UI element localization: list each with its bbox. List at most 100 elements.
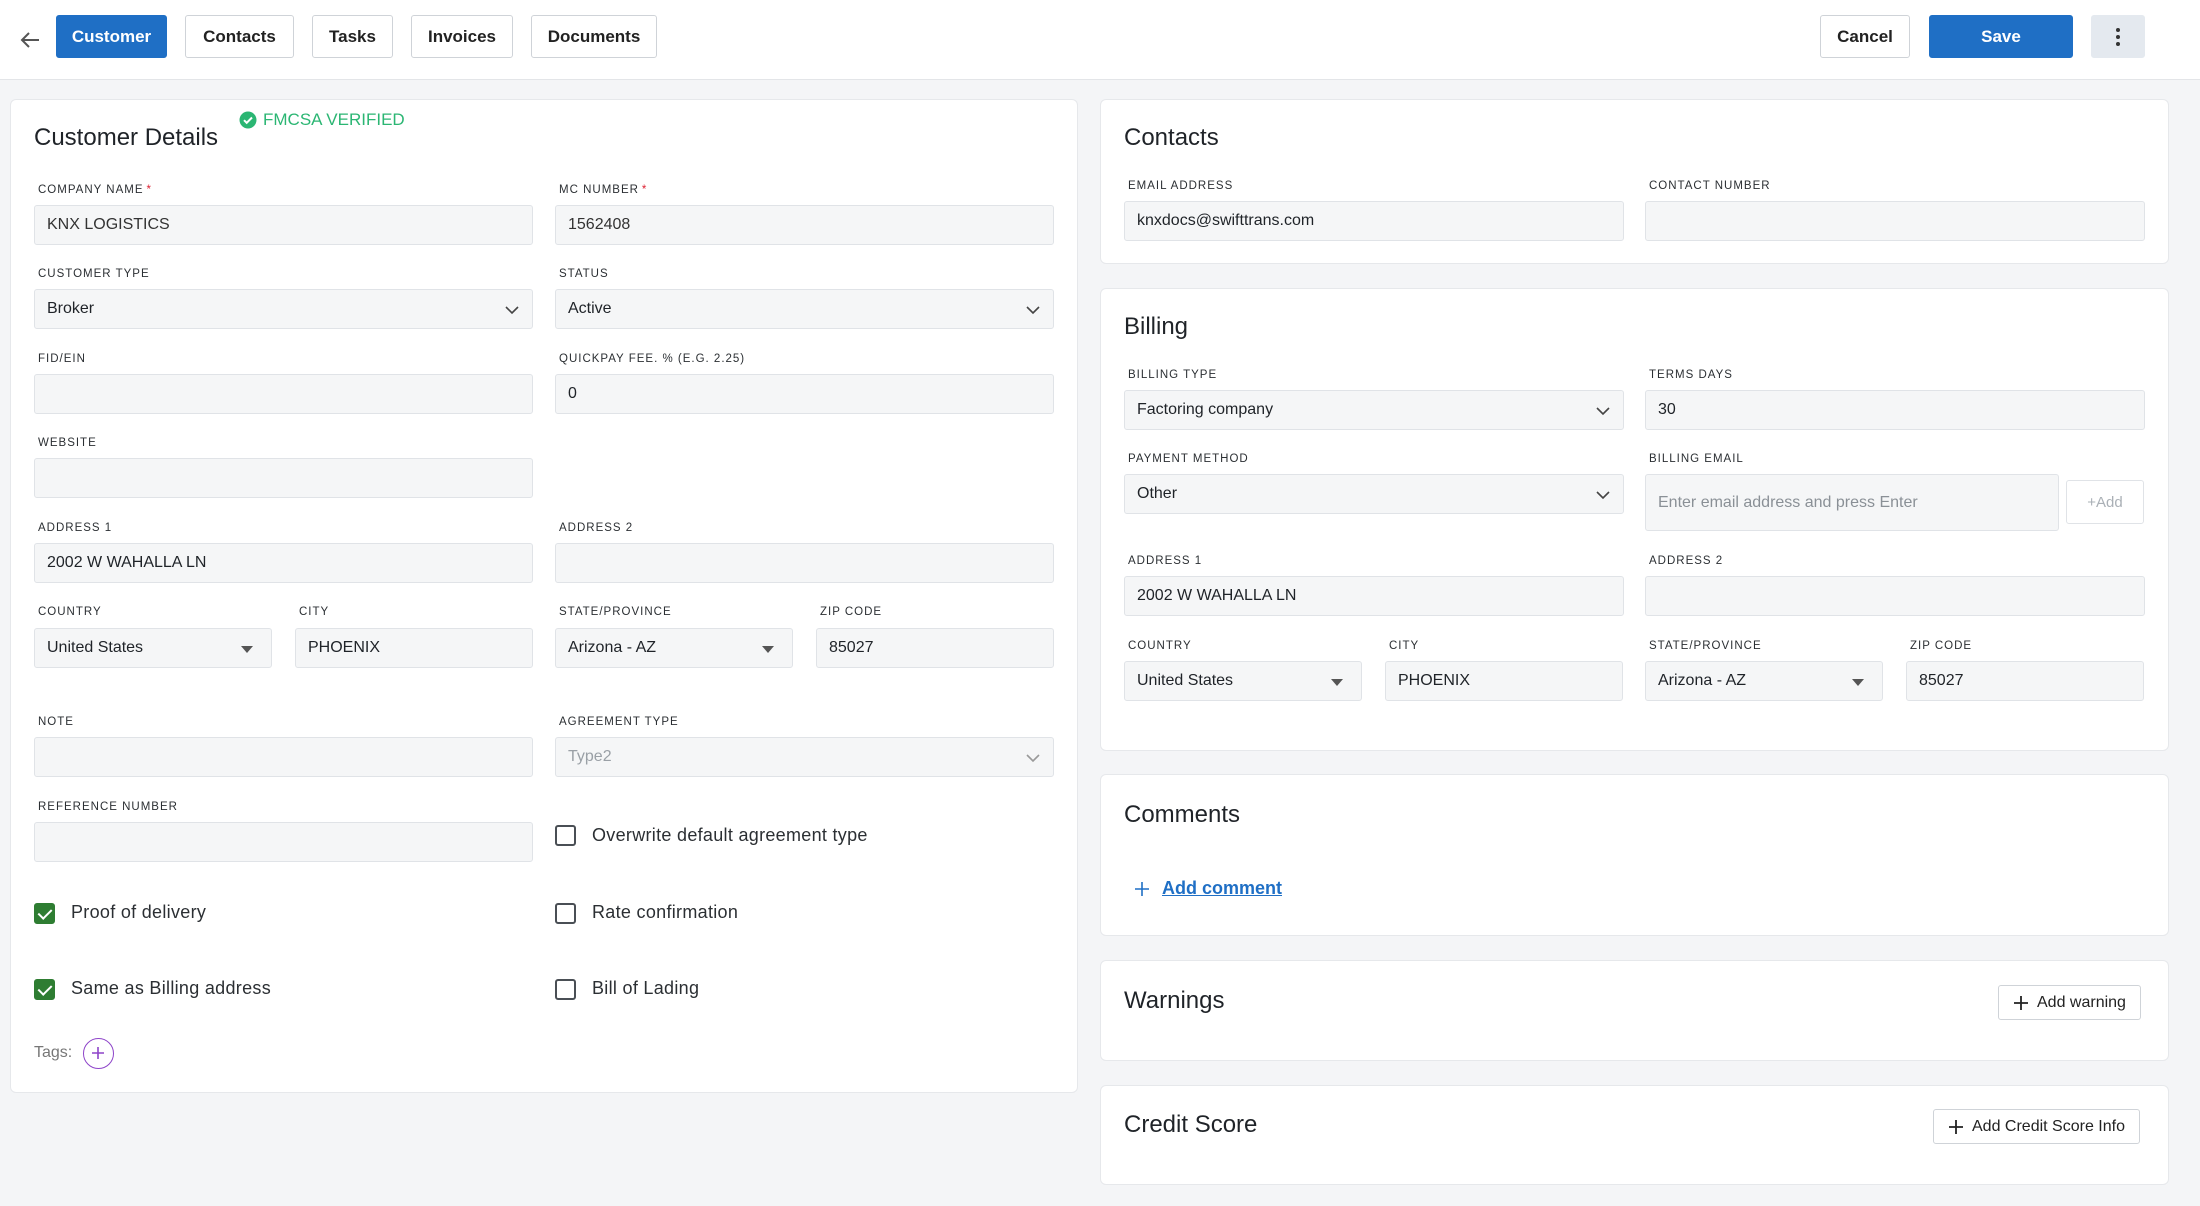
agreement-type-select[interactable]: Type2 xyxy=(555,737,1054,777)
tags-label: Tags: xyxy=(34,1044,73,1061)
quickpay-fee-field[interactable]: 0 xyxy=(555,374,1054,414)
tab-documents[interactable]: Documents xyxy=(531,15,657,58)
quickpay-fee-label: QUICKPAY FEE. % (E.G. 2.25) xyxy=(559,353,746,365)
same-as-billing-label: Same as Billing address xyxy=(71,978,271,998)
billing-email-placeholder: Enter email address and press Enter xyxy=(1658,493,1918,511)
billing-state-value: Arizona - AZ xyxy=(1658,672,1747,689)
chevron-down-icon xyxy=(1596,407,1610,416)
plus-icon xyxy=(1135,881,1149,896)
add-billing-email-button[interactable]: +Add xyxy=(2066,480,2144,524)
payment-method-value: Other xyxy=(1137,485,1178,502)
fid-ein-label: FID/EIN xyxy=(38,353,86,365)
rate-confirmation-checkbox[interactable] xyxy=(555,903,576,924)
state-value: Arizona - AZ xyxy=(568,639,657,656)
customer-type-value: Broker xyxy=(47,300,95,317)
caret-down-icon xyxy=(762,646,774,653)
rate-confirmation-label: Rate confirmation xyxy=(592,902,739,922)
state-label: STATE/PROVINCE xyxy=(559,606,672,618)
country-select[interactable]: United States xyxy=(34,628,272,668)
company-name-label: COMPANY NAME * xyxy=(38,184,152,196)
billing-type-value: Factoring company xyxy=(1137,401,1274,418)
bill-of-lading-label: Bill of Lading xyxy=(592,978,700,998)
billing-state-select[interactable]: Arizona - AZ xyxy=(1645,661,1883,701)
status-select[interactable]: Active xyxy=(555,289,1054,329)
proof-of-delivery-checkbox[interactable] xyxy=(34,903,55,924)
plus-icon xyxy=(1949,1119,1963,1134)
zip-code-label: ZIP CODE xyxy=(820,606,883,618)
contacts-title: Contacts xyxy=(1124,124,1219,151)
address2-field[interactable] xyxy=(555,543,1054,583)
contact-number-field[interactable] xyxy=(1645,201,2145,241)
fid-ein-field[interactable] xyxy=(34,374,533,414)
billing-address1-label: ADDRESS 1 xyxy=(1128,555,1203,567)
warnings-title: Warnings xyxy=(1124,987,1225,1014)
save-button[interactable]: Save xyxy=(1929,15,2073,58)
verified-label: FMCSA VERIFIED xyxy=(263,110,405,129)
customer-details-card xyxy=(10,99,1078,1093)
agreement-type-value: Type2 xyxy=(568,748,612,765)
chevron-down-icon xyxy=(505,306,519,315)
tab-tasks[interactable]: Tasks xyxy=(312,15,393,58)
tab-invoices[interactable]: Invoices xyxy=(411,15,513,58)
billing-state-label: STATE/PROVINCE xyxy=(1649,640,1762,652)
overwrite-agreement-checkbox[interactable] xyxy=(555,825,576,846)
terms-days-field[interactable]: 30 xyxy=(1645,390,2145,430)
city-field[interactable]: PHOENIX xyxy=(295,628,533,668)
website-field[interactable] xyxy=(34,458,533,498)
add-warning-button[interactable]: Add warning xyxy=(1998,985,2141,1020)
plus-icon xyxy=(92,1047,104,1059)
check-circle-icon xyxy=(239,111,257,129)
email-address-field[interactable]: knxdocs@swifttrans.com xyxy=(1124,201,1624,241)
same-as-billing-checkbox[interactable] xyxy=(34,979,55,1000)
billing-city-label: CITY xyxy=(1389,640,1420,652)
address1-field[interactable]: 2002 W WAHALLA LN xyxy=(34,543,533,583)
caret-down-icon xyxy=(241,646,253,653)
zip-code-field[interactable]: 85027 xyxy=(816,628,1054,668)
email-address-label: EMAIL ADDRESS xyxy=(1128,180,1234,192)
tab-customer[interactable]: Customer xyxy=(56,15,167,58)
billing-zip-field[interactable]: 85027 xyxy=(1906,661,2144,701)
country-value: United States xyxy=(47,639,144,656)
comments-title: Comments xyxy=(1124,801,1241,828)
note-field[interactable] xyxy=(34,737,533,777)
mc-number-field[interactable]: 1562408 xyxy=(555,205,1054,245)
state-select[interactable]: Arizona - AZ xyxy=(555,628,793,668)
add-credit-score-button[interactable]: Add Credit Score Info xyxy=(1933,1109,2140,1144)
billing-address2-field[interactable] xyxy=(1645,576,2145,616)
mc-number-label: MC NUMBER * xyxy=(559,184,648,196)
contact-number-label: CONTACT NUMBER xyxy=(1649,180,1771,192)
add-comment-label: Add comment xyxy=(1162,878,1283,898)
caret-down-icon xyxy=(1852,679,1864,686)
comments-card xyxy=(1100,774,2169,936)
back-arrow-icon[interactable] xyxy=(14,24,46,56)
billing-title: Billing xyxy=(1124,313,1189,340)
proof-of-delivery-label: Proof of delivery xyxy=(71,902,207,922)
billing-city-field[interactable]: PHOENIX xyxy=(1385,661,1623,701)
city-label: CITY xyxy=(299,606,330,618)
tab-contacts[interactable]: Contacts xyxy=(185,15,294,58)
bill-of-lading-checkbox[interactable] xyxy=(555,979,576,1000)
add-warning-label: Add warning xyxy=(2037,993,2126,1011)
add-tag-button[interactable] xyxy=(83,1038,114,1069)
add-comment-link[interactable]: Add comment xyxy=(1134,878,1282,899)
billing-country-select[interactable]: United States xyxy=(1124,661,1362,701)
billing-address1-field[interactable]: 2002 W WAHALLA LN xyxy=(1124,576,1624,616)
payment-method-select[interactable]: Other xyxy=(1124,474,1624,514)
cancel-button[interactable]: Cancel xyxy=(1820,15,1910,58)
customer-type-select[interactable]: Broker xyxy=(34,289,533,329)
billing-type-select[interactable]: Factoring company xyxy=(1124,390,1624,430)
billing-email-field[interactable]: Enter email address and press Enter xyxy=(1645,474,2059,531)
company-name-field[interactable]: KNX LOGISTICS xyxy=(34,205,533,245)
billing-zip-label: ZIP CODE xyxy=(1910,640,1973,652)
billing-address2-label: ADDRESS 2 xyxy=(1649,555,1724,567)
billing-country-label: COUNTRY xyxy=(1128,640,1192,652)
address1-label: ADDRESS 1 xyxy=(38,522,113,534)
reference-number-field[interactable] xyxy=(34,822,533,862)
add-credit-score-label: Add Credit Score Info xyxy=(1972,1117,2125,1135)
country-label: COUNTRY xyxy=(38,606,102,618)
more-options-button[interactable] xyxy=(2091,15,2145,58)
chevron-down-icon xyxy=(1026,306,1040,315)
top-toolbar: Customer Contacts Tasks Invoices Documen… xyxy=(0,0,2200,80)
kebab-menu-icon xyxy=(2116,27,2120,46)
billing-type-label: BILLING TYPE xyxy=(1128,369,1218,381)
